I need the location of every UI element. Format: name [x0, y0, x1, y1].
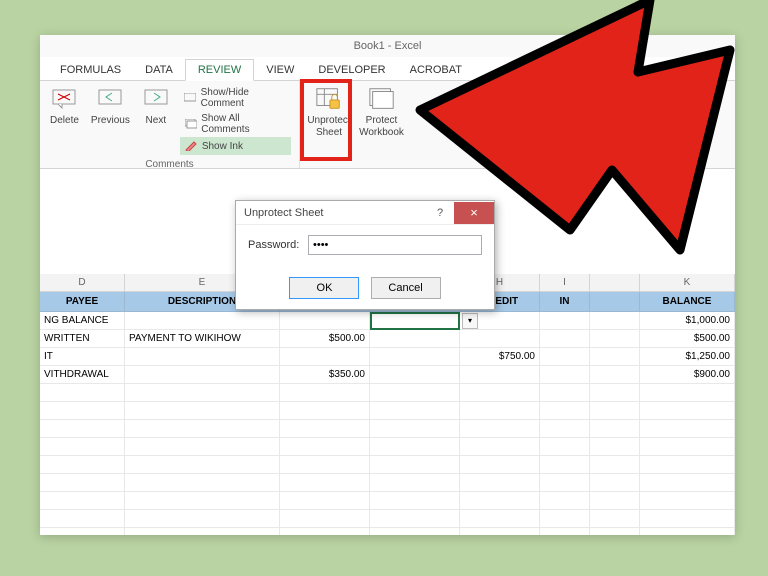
previous-comment-label: Previous	[91, 115, 130, 127]
cell-description[interactable]: PAYMENT TO WIKIHOW	[125, 330, 280, 348]
previous-comment-button[interactable]: Previous	[85, 83, 136, 129]
dialog-titlebar: Unprotect Sheet ? ×	[236, 201, 494, 225]
comment-icon	[184, 91, 197, 105]
dialog-close-button[interactable]: ×	[454, 202, 494, 224]
col-header-j[interactable]	[590, 274, 640, 291]
dialog-button-row: OK Cancel	[236, 277, 494, 309]
previous-comment-icon	[96, 85, 124, 113]
cell-balance[interactable]: $900.00	[640, 366, 735, 384]
delete-comment-button[interactable]: Delete	[44, 83, 85, 129]
tab-developer[interactable]: DEVELOPER	[306, 60, 397, 80]
cell-expense[interactable]	[370, 312, 460, 330]
protect-workbook-label: Protect Workbook	[359, 115, 404, 139]
next-comment-icon	[142, 85, 170, 113]
table-row[interactable]: IT $750.00 $1,250.00	[40, 348, 735, 366]
col-header-k[interactable]: K	[640, 274, 735, 291]
dialog-title-text: Unprotect Sheet	[244, 207, 324, 219]
table-row[interactable]: NG BALANCE $1,000.00	[40, 312, 735, 330]
ok-button[interactable]: OK	[289, 277, 359, 299]
ribbon-group-changes: Unprotect Sheet Protect Workbook	[300, 81, 413, 168]
unprotect-sheet-label: Unprotect Sheet	[307, 115, 350, 139]
cell-description[interactable]	[125, 366, 280, 384]
cell-expense[interactable]	[370, 330, 460, 348]
empty-row[interactable]	[40, 402, 735, 420]
cell-expense[interactable]	[370, 348, 460, 366]
cell-payee[interactable]: VITHDRAWAL	[40, 366, 125, 384]
cell-description[interactable]	[125, 348, 280, 366]
comment-options-list: Show/Hide Comment Show All Comments Show…	[176, 83, 295, 157]
show-all-comments-button[interactable]: Show All Comments	[180, 111, 291, 137]
cancel-button[interactable]: Cancel	[371, 277, 441, 299]
table-row[interactable]: WRITTENPAYMENT TO WIKIHOW$500.00$500.00	[40, 330, 735, 348]
empty-row[interactable]	[40, 510, 735, 528]
tab-review[interactable]: REVIEW	[185, 59, 254, 81]
cell-payee[interactable]: WRITTEN	[40, 330, 125, 348]
delete-comment-icon	[50, 85, 78, 113]
spreadsheet[interactable]: D E F G H I K PAYEE DESCRIPTION DEBIT EX…	[40, 274, 735, 535]
unprotect-sheet-icon	[315, 85, 343, 113]
cell-debit[interactable]: $350.00	[280, 366, 370, 384]
password-input[interactable]	[308, 235, 482, 255]
cell-payee[interactable]: IT	[40, 348, 125, 366]
comments-group-label: Comments	[44, 157, 295, 172]
next-comment-button[interactable]: Next	[136, 83, 176, 129]
protect-workbook-button[interactable]: Protect Workbook	[354, 83, 409, 141]
cell-credit[interactable]	[460, 366, 540, 384]
empty-row[interactable]	[40, 474, 735, 492]
ribbon-tabs: FORMULAS DATA REVIEW VIEW DEVELOPER ACRO…	[40, 57, 735, 81]
table-row[interactable]: VITHDRAWAL $350.00 $900.00	[40, 366, 735, 384]
dialog-help-button[interactable]: ?	[426, 202, 454, 224]
cell-description[interactable]	[125, 312, 280, 330]
tab-data[interactable]: DATA	[133, 60, 185, 80]
delete-comment-label: Delete	[50, 115, 79, 127]
header-payee: PAYEE	[40, 292, 125, 312]
tab-view[interactable]: VIEW	[254, 60, 306, 80]
unprotect-sheet-dialog: Unprotect Sheet ? × Password: OK Cancel	[235, 200, 495, 310]
cell-credit[interactable]: $750.00	[460, 348, 540, 366]
cell-payee[interactable]: NG BALANCE	[40, 312, 125, 330]
cell-expense[interactable]	[370, 366, 460, 384]
show-ink-button[interactable]: Show Ink	[180, 137, 291, 155]
window-title: Book1 - Excel	[40, 35, 735, 57]
empty-row[interactable]	[40, 456, 735, 474]
excel-window: Book1 - Excel FORMULAS DATA REVIEW VIEW …	[40, 35, 735, 535]
comments-all-icon	[184, 117, 197, 131]
ribbon: Delete Previous Next	[40, 81, 735, 169]
header-balance: BALANCE	[640, 292, 735, 312]
empty-row[interactable]	[40, 420, 735, 438]
header-in: IN	[540, 292, 590, 312]
cell-debit[interactable]: $500.00	[280, 330, 370, 348]
unprotect-sheet-button[interactable]: Unprotect Sheet	[304, 83, 354, 141]
show-hide-comment-button[interactable]: Show/Hide Comment	[180, 85, 291, 111]
col-header-d[interactable]: D	[40, 274, 125, 291]
cell-debit[interactable]	[280, 348, 370, 366]
empty-row[interactable]	[40, 438, 735, 456]
cell-balance[interactable]: $1,250.00	[640, 348, 735, 366]
cell-balance[interactable]: $1,000.00	[640, 312, 735, 330]
tab-acrobat[interactable]: ACROBAT	[398, 60, 474, 80]
ribbon-group-comments: Delete Previous Next	[40, 81, 300, 168]
tab-formulas[interactable]: FORMULAS	[48, 60, 133, 80]
next-comment-label: Next	[146, 115, 167, 127]
ink-icon	[184, 139, 198, 153]
cell-credit[interactable]	[460, 330, 540, 348]
cell-dropdown-handle[interactable]: ▾	[462, 313, 478, 329]
empty-row[interactable]	[40, 528, 735, 535]
cell-debit[interactable]	[280, 312, 370, 330]
empty-row[interactable]	[40, 384, 735, 402]
protect-workbook-icon	[368, 85, 396, 113]
empty-row[interactable]	[40, 492, 735, 510]
col-header-i[interactable]: I	[540, 274, 590, 291]
password-label: Password:	[248, 239, 308, 251]
cell-balance[interactable]: $500.00	[640, 330, 735, 348]
